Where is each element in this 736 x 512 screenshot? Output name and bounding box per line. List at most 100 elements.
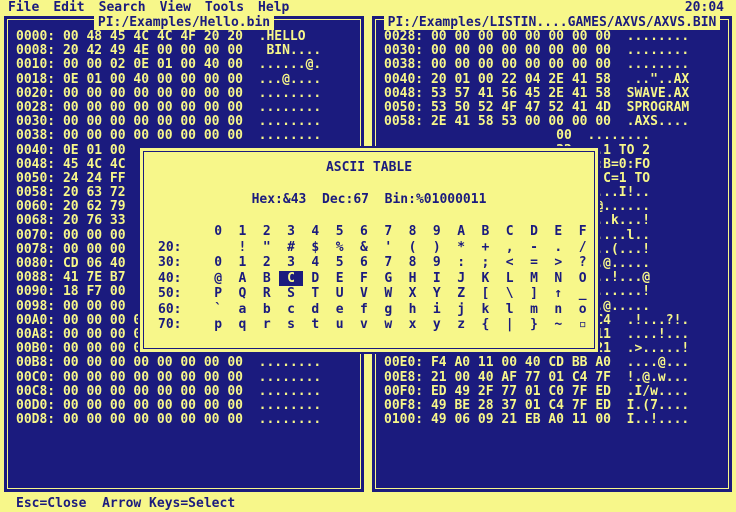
ascii-char-cell[interactable]: , [498, 240, 522, 256]
ascii-char-cell[interactable]: ? [570, 255, 594, 271]
hex-row[interactable]: 00C0: 00 00 00 00 00 00 00 00 ........ [16, 370, 321, 385]
ascii-char-cell[interactable]: G [376, 271, 400, 287]
ascii-char-cell[interactable]: 7 [376, 255, 400, 271]
ascii-char-cell[interactable]: g [376, 302, 400, 318]
ascii-char-cell[interactable]: 5 [327, 255, 351, 271]
ascii-char-cell[interactable]: _ [570, 286, 594, 302]
ascii-char-cell[interactable]: - [522, 240, 546, 256]
ascii-char-cell[interactable]: 8 [400, 255, 424, 271]
ascii-char-cell[interactable]: O [570, 271, 594, 287]
ascii-char-cell[interactable]: ↑ [546, 286, 570, 302]
ascii-char-cell[interactable]: V [352, 286, 376, 302]
ascii-char-cell[interactable]: [ [473, 286, 497, 302]
hex-row[interactable]: 00E8: 21 00 40 AF 77 01 C4 7F !.@.w... [384, 370, 689, 385]
ascii-char-cell[interactable]: C [278, 270, 304, 286]
ascii-char-cell[interactable]: ( [400, 240, 424, 256]
ascii-char-cell[interactable]: * [449, 240, 473, 256]
ascii-char-cell[interactable]: u [327, 317, 351, 333]
ascii-char-cell[interactable]: Q [230, 286, 254, 302]
ascii-char-cell[interactable]: B [255, 271, 279, 287]
ascii-char-cell[interactable]: l [498, 302, 522, 318]
ascii-char-cell[interactable]: ) [425, 240, 449, 256]
ascii-char-cell[interactable]: v [352, 317, 376, 333]
ascii-char-cell[interactable]: 0 [206, 255, 230, 271]
ascii-grid[interactable]: 0 1 2 3 4 5 6 7 8 9 A B C D E F 20: ! " # $% & '() * +, -./30: 0 1… [158, 224, 595, 333]
ascii-char-cell[interactable]: ▫ [570, 317, 594, 333]
ascii-char-cell[interactable]: S [279, 286, 303, 302]
ascii-char-cell[interactable]: j [449, 302, 473, 318]
ascii-char-cell[interactable]: 6 [352, 255, 376, 271]
ascii-char-cell[interactable]: o [570, 302, 594, 318]
hex-row[interactable]: 0040: 20 01 00 22 04 2E 41 58 .."..AX [384, 72, 689, 87]
hex-row[interactable]: 00F0: ED 49 2F 77 01 C0 7F ED .I/w.... [384, 384, 689, 399]
hex-row[interactable]: 0048: 53 57 41 56 45 2E 41 58 SWAVE.AX [384, 86, 689, 101]
ascii-char-cell[interactable]: p [206, 317, 230, 333]
ascii-char-cell[interactable]: J [449, 271, 473, 287]
ascii-char-cell[interactable]: L [498, 271, 522, 287]
ascii-table-dialog[interactable]: ASCII TABLE Hex:&43 Dec:67 Bin:%01000011… [138, 146, 600, 354]
ascii-char-cell[interactable]: F [352, 271, 376, 287]
hex-row[interactable]: 0030: 00 00 00 00 00 00 00 00 ........ [16, 114, 321, 129]
ascii-char-cell[interactable]: z [449, 317, 473, 333]
ascii-char-cell[interactable]: a [230, 302, 254, 318]
ascii-char-cell[interactable]: W [376, 286, 400, 302]
hex-row[interactable]: 0050: 53 50 52 4F 47 52 41 4D SPROGRAM [384, 100, 689, 115]
menu-tools[interactable]: Tools [205, 0, 244, 15]
ascii-char-cell[interactable]: D [303, 271, 327, 287]
hex-row[interactable]: 00F8: 49 BE 28 37 01 C4 7F ED I.(7.... [384, 398, 689, 413]
ascii-char-cell[interactable]: ! [230, 240, 254, 256]
ascii-char-cell[interactable]: A [230, 271, 254, 287]
hex-row[interactable]: 0058: 2E 41 58 53 00 00 00 00 .AXS.... [384, 114, 689, 129]
ascii-char-cell[interactable]: f [352, 302, 376, 318]
ascii-char-cell[interactable]: / [570, 240, 594, 256]
ascii-char-cell[interactable]: r [255, 317, 279, 333]
ascii-char-cell[interactable]: N [546, 271, 570, 287]
hex-row[interactable]: 00E0: F4 A0 11 00 40 CD BB A0 ....@... [384, 356, 689, 370]
ascii-char-cell[interactable]: X [400, 286, 424, 302]
ascii-char-cell[interactable]: @ [206, 271, 230, 287]
hex-row[interactable]: 0000: 00 48 45 4C 4C 4F 20 20 .HELLO [16, 29, 321, 44]
ascii-char-cell[interactable]: . [546, 240, 570, 256]
hex-row[interactable]: 00D0: 00 00 00 00 00 00 00 00 ........ [16, 398, 321, 413]
ascii-char-cell[interactable]: + [473, 240, 497, 256]
ascii-char-cell[interactable]: H [400, 271, 424, 287]
ascii-char-cell[interactable]: y [425, 317, 449, 333]
hex-row[interactable]: 0020: 00 00 00 00 00 00 00 00 ........ [16, 86, 321, 101]
ascii-char-cell[interactable]: } [522, 317, 546, 333]
ascii-char-cell[interactable]: ; [473, 255, 497, 271]
hex-row[interactable]: 00 ........ [384, 129, 689, 143]
ascii-char-cell[interactable]: M [522, 271, 546, 287]
menu-file[interactable]: File [8, 0, 39, 15]
hex-row[interactable]: 0100: 49 06 09 21 EB A0 11 00 I..!.... [384, 412, 689, 427]
ascii-char-cell[interactable]: E [327, 271, 351, 287]
ascii-char-cell[interactable]: < [498, 255, 522, 271]
hex-row[interactable]: 00D8: 00 00 00 00 00 00 00 00 ........ [16, 412, 321, 427]
ascii-char-cell[interactable]: I [425, 271, 449, 287]
ascii-char-cell[interactable]: 1 [230, 255, 254, 271]
ascii-char-cell[interactable]: t [303, 317, 327, 333]
hex-row[interactable]: 0038: 00 00 00 00 00 00 00 00 ........ [384, 58, 689, 72]
ascii-char-cell[interactable]: ' [376, 240, 400, 256]
menu-search[interactable]: Search [99, 0, 146, 15]
ascii-char-cell[interactable]: s [279, 317, 303, 333]
ascii-char-cell[interactable]: ` [206, 302, 230, 318]
ascii-char-cell[interactable]: K [473, 271, 497, 287]
menu-edit[interactable]: Edit [53, 0, 84, 15]
ascii-char-cell[interactable] [206, 240, 230, 256]
ascii-char-cell[interactable]: q [230, 317, 254, 333]
ascii-char-cell[interactable]: & [352, 240, 376, 256]
hex-row[interactable]: 0038: 00 00 00 00 00 00 00 00 ........ [16, 129, 321, 143]
ascii-char-cell[interactable]: > [546, 255, 570, 271]
hex-row[interactable]: 00C8: 00 00 00 00 00 00 00 00 ........ [16, 384, 321, 399]
ascii-char-cell[interactable]: c [279, 302, 303, 318]
ascii-char-cell[interactable]: : [449, 255, 473, 271]
ascii-char-cell[interactable]: ] [522, 286, 546, 302]
ascii-char-cell[interactable]: w [376, 317, 400, 333]
ascii-char-cell[interactable]: $ [303, 240, 327, 256]
ascii-char-cell[interactable]: e [327, 302, 351, 318]
ascii-char-cell[interactable]: | [498, 317, 522, 333]
ascii-char-cell[interactable]: " [255, 240, 279, 256]
ascii-char-cell[interactable]: n [546, 302, 570, 318]
ascii-char-cell[interactable]: 4 [303, 255, 327, 271]
menu-view[interactable]: View [160, 0, 191, 15]
